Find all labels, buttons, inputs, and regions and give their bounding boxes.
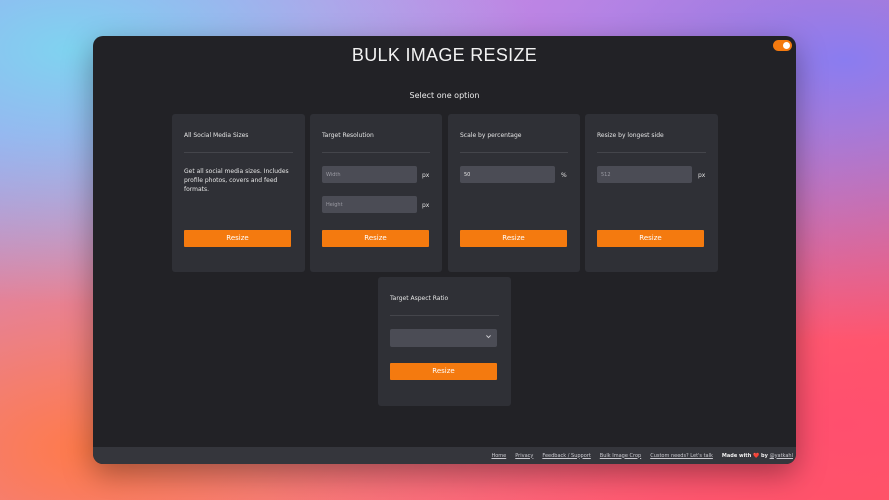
footer-link-home[interactable]: Home <box>491 453 506 459</box>
resize-button-percentage[interactable]: Resize <box>460 230 567 247</box>
card-title: Resize by longest side <box>597 132 664 139</box>
aspect-ratio-select[interactable] <box>390 329 497 347</box>
footer-link-custom[interactable]: Custom needs? Let's talk <box>650 453 713 459</box>
author-link[interactable]: @yatkahl <box>770 453 793 459</box>
card-description: Get all social media sizes. Includes pro… <box>184 168 289 193</box>
card-title: All Social Media Sizes <box>184 132 249 139</box>
divider <box>322 152 430 153</box>
resize-button-longest[interactable]: Resize <box>597 230 704 247</box>
resize-button-aspect[interactable]: Resize <box>390 363 497 380</box>
longest-side-input[interactable]: 512 <box>597 166 692 183</box>
divider <box>597 152 706 153</box>
divider <box>184 152 293 153</box>
made-with-prefix: Made with <box>721 452 752 459</box>
longest-side-unit: px <box>698 172 706 179</box>
percentage-input[interactable]: 50 <box>460 166 555 183</box>
card-longest-side: Resize by longest side 512 px Resize <box>585 114 718 272</box>
divider <box>460 152 568 153</box>
card-title: Scale by percentage <box>460 132 522 139</box>
made-with-by: by <box>760 452 768 459</box>
card-title: Target Resolution <box>322 132 374 139</box>
footer-link-privacy[interactable]: Privacy <box>515 453 533 459</box>
resize-button-resolution[interactable]: Resize <box>322 230 429 247</box>
height-input[interactable]: Height <box>322 196 417 213</box>
card-social-media: All Social Media Sizes Get all social me… <box>172 114 305 272</box>
width-input[interactable]: Width <box>322 166 417 183</box>
card-aspect-ratio: Target Aspect Ratio Resize <box>378 277 511 406</box>
card-title: Target Aspect Ratio <box>390 295 449 302</box>
card-scale-percentage: Scale by percentage 50 % Resize <box>448 114 580 272</box>
page-subtitle: Select one option <box>409 91 480 100</box>
footer: Home Privacy Feedback / Support Bulk Ima… <box>93 447 796 464</box>
footer-link-bulk-crop[interactable]: Bulk Image Crop <box>600 453 641 459</box>
footer-link-feedback[interactable]: Feedback / Support <box>542 453 590 459</box>
heart-icon: ❤️ <box>753 452 760 459</box>
card-target-resolution: Target Resolution Width px Height px Res… <box>310 114 442 272</box>
chevron-down-icon <box>485 333 492 342</box>
percent-unit: % <box>561 172 567 179</box>
resize-button-social[interactable]: Resize <box>184 230 291 247</box>
height-unit: px <box>422 202 430 209</box>
page-title: BULK IMAGE RESIZE <box>351 45 538 65</box>
app-window: BULK IMAGE RESIZE Select one option All … <box>93 36 796 464</box>
divider <box>390 315 499 316</box>
made-with: Made with ❤️ by @yatkahl <box>722 453 793 459</box>
width-unit: px <box>422 172 430 179</box>
